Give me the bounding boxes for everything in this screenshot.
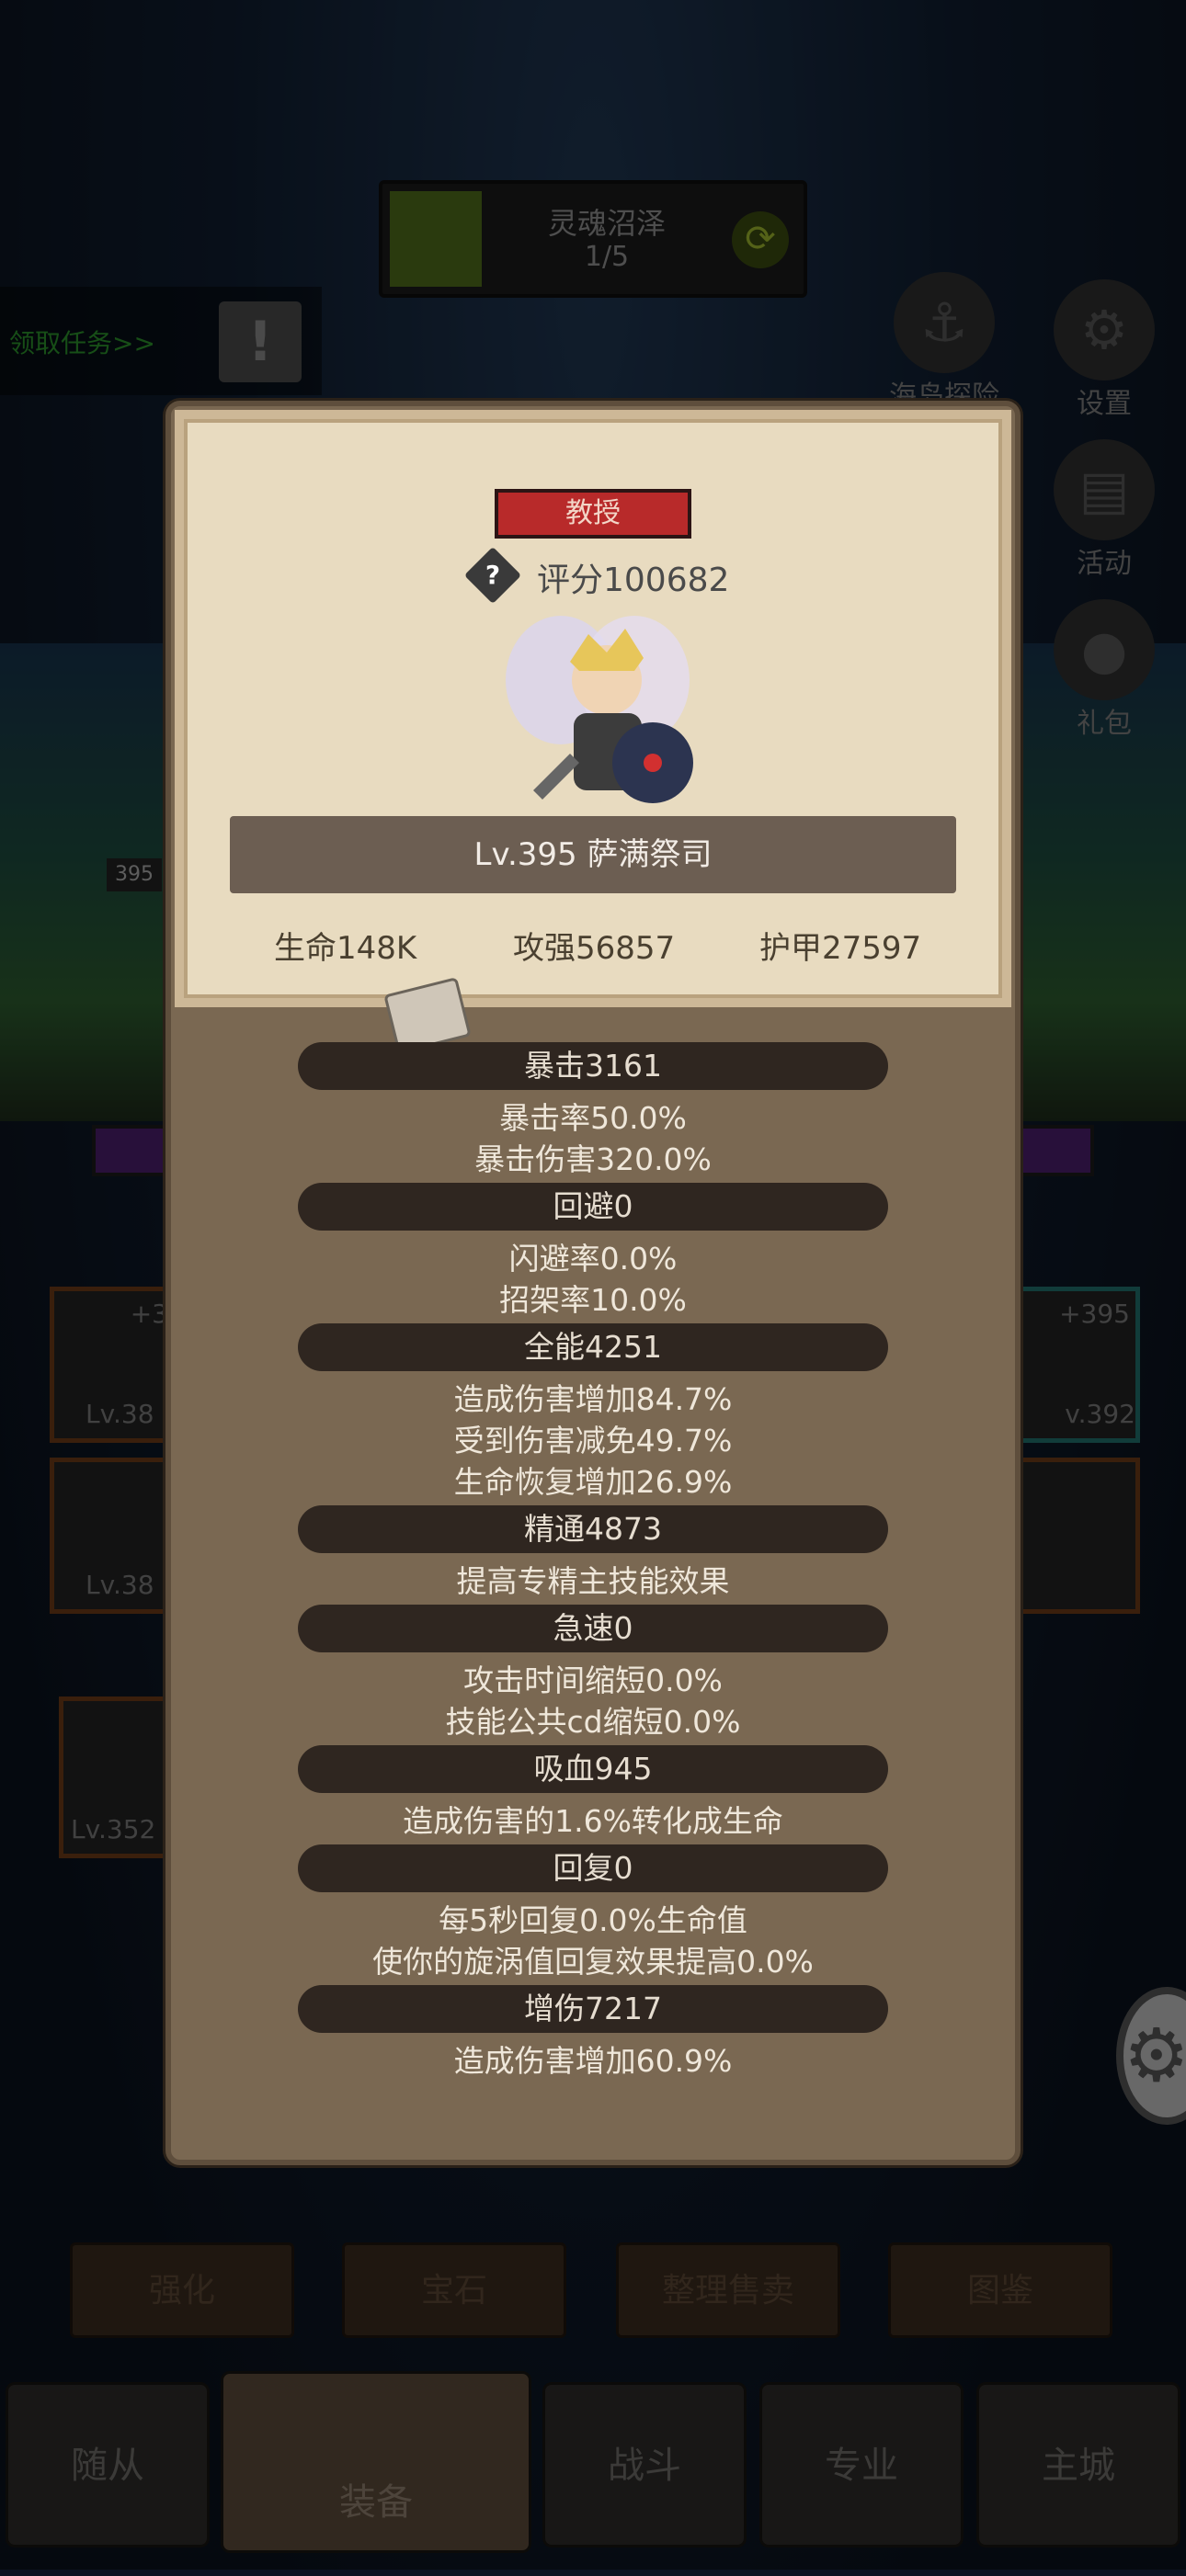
stat-attack-power: 攻强56857 [513, 930, 676, 967]
hero-score: 评分100682 [537, 562, 730, 599]
stat-line: 生命恢复增加26.9% [453, 1464, 733, 1500]
stat-header-regen: 回复0 [298, 1844, 888, 1892]
stat-line: 招架率10.0% [499, 1282, 687, 1318]
stat-armor: 护甲27597 [759, 930, 922, 967]
stat-header-haste: 急速0 [298, 1605, 888, 1652]
stat-line: 暴击率50.0% [499, 1100, 687, 1136]
stat-line: 造成伤害增加84.7% [453, 1381, 733, 1417]
hero-portrait [506, 616, 693, 803]
stat-header-avoidance: 回避0 [298, 1183, 888, 1231]
stat-line: 造成伤害增加60.9% [453, 2043, 733, 2079]
hero-title-badge: 教授 [495, 489, 691, 539]
stat-line: 受到伤害减免49.7% [453, 1423, 733, 1458]
hero-level-name: Lv.395 萨满祭司 [473, 836, 713, 873]
stat-line: 技能公共cd缩短0.0% [445, 1704, 741, 1740]
stat-line: 提高专精主技能效果 [456, 1563, 730, 1599]
hero-name-bar: Lv.395 萨满祭司 [230, 816, 956, 893]
stat-line: 闪避率0.0% [508, 1241, 678, 1277]
stat-header-mastery: 精通4873 [298, 1505, 888, 1553]
stat-line: 攻击时间缩短0.0% [463, 1662, 723, 1698]
stat-health: 生命148K [274, 930, 417, 967]
stat-header-lifesteal: 吸血945 [298, 1745, 888, 1793]
stat-line: 每5秒回复0.0%生命值 [439, 1902, 747, 1938]
stat-header-damage-bonus: 增伤7217 [298, 1985, 888, 2033]
stat-line: 造成伤害的1.6%转化成生命 [403, 1803, 783, 1839]
stat-header-crit: 暴击3161 [298, 1042, 888, 1090]
stat-line: 暴击伤害320.0% [474, 1141, 712, 1177]
question-icon[interactable]: ? [463, 546, 522, 605]
stat-line: 使你的旋涡值回复效果提高0.0% [372, 1944, 814, 1980]
stat-header-versatility: 全能4251 [298, 1323, 888, 1371]
